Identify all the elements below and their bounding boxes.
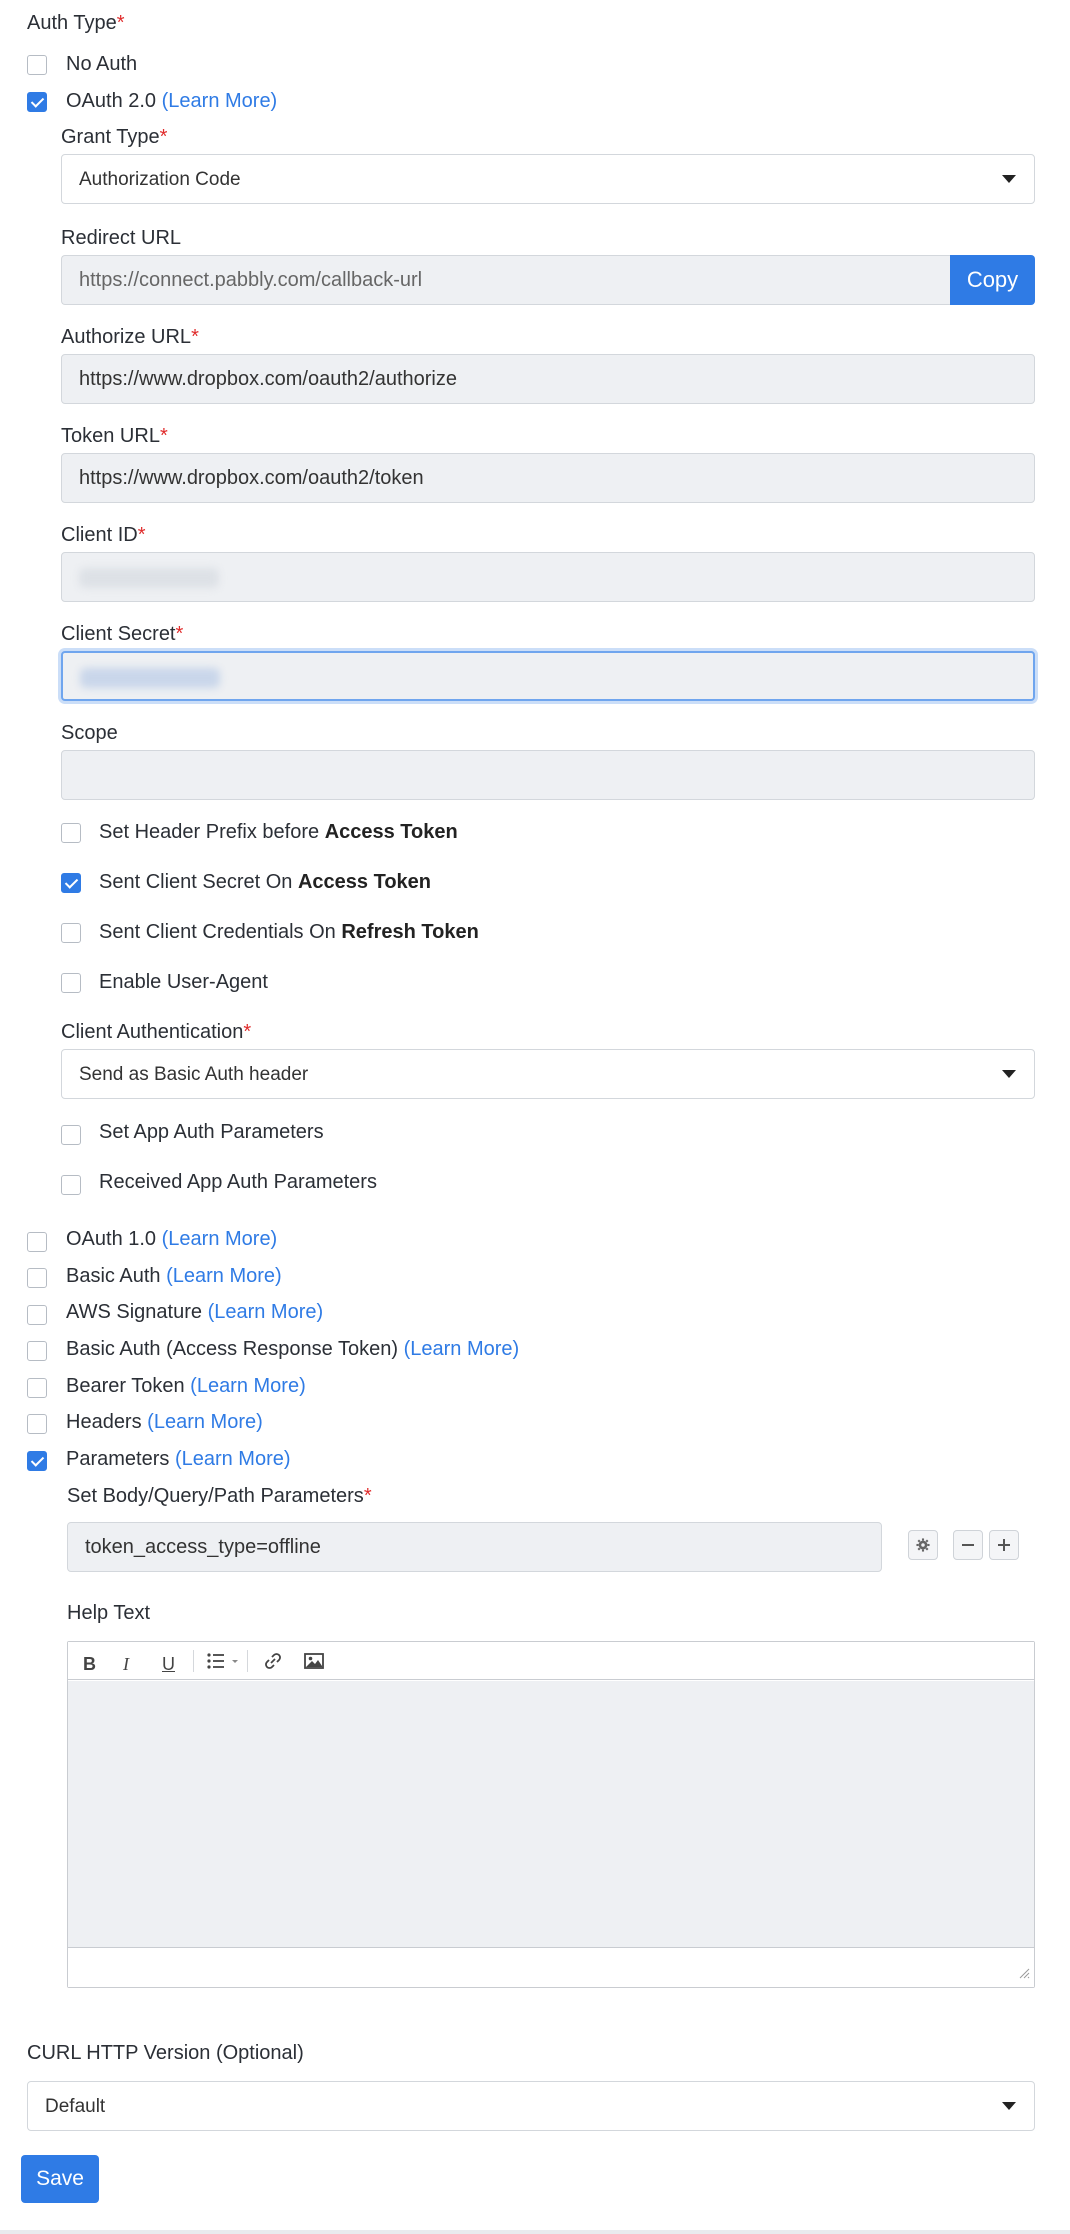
italic-button[interactable]: I: [123, 1652, 129, 1676]
set-parameters-label: Set Body/Query/Path Parameters*: [67, 1485, 372, 1507]
bold-button[interactable]: B: [83, 1652, 96, 1676]
sent-client-secret-checkbox[interactable]: [61, 873, 81, 893]
oauth2-learn-more-link[interactable]: (Learn More): [162, 90, 278, 112]
redacted-value: [79, 567, 219, 588]
basic-access-token-checkbox[interactable]: [27, 1341, 47, 1361]
minus-icon[interactable]: [953, 1530, 983, 1560]
token-url-label: Token URL*: [61, 425, 168, 447]
grant-type-label: Grant Type*: [61, 126, 168, 148]
image-icon[interactable]: [304, 1652, 324, 1675]
bearer-token-label: Bearer Token (Learn More): [66, 1375, 306, 1397]
editor-toolbar: B I U: [68, 1642, 1034, 1680]
set-app-params-label: Set App Auth Parameters: [99, 1121, 324, 1143]
auth-type-label: Auth Type*: [27, 12, 125, 34]
header-prefix-label: Set Header Prefix before Access Token: [99, 821, 458, 843]
sent-client-credentials-checkbox[interactable]: [61, 923, 81, 943]
redacted-value: [80, 667, 220, 688]
list-icon[interactable]: [206, 1651, 240, 1676]
parameters-checkbox[interactable]: [27, 1451, 47, 1471]
oauth1-learn-more-link[interactable]: (Learn More): [162, 1228, 278, 1250]
curl-version-select[interactable]: Default: [27, 2081, 1035, 2131]
client-auth-label: Client Authentication*: [61, 1021, 252, 1043]
sent-client-secret-label: Sent Client Secret On Access Token: [99, 871, 432, 893]
client-secret-label: Client Secret*: [61, 623, 184, 645]
bearer-learn-more-link[interactable]: (Learn More): [190, 1375, 306, 1397]
parameter-input[interactable]: token_access_type=offline: [67, 1522, 882, 1572]
parameters-learn-more-link[interactable]: (Learn More): [175, 1448, 291, 1470]
client-id-input[interactable]: [61, 552, 1035, 602]
resize-handle-icon[interactable]: [1018, 1966, 1030, 1984]
toolbar-divider: [193, 1650, 194, 1672]
sent-client-credentials-label: Sent Client Credentials On Refresh Token: [99, 921, 479, 943]
headers-label: Headers (Learn More): [66, 1411, 263, 1433]
plus-icon[interactable]: [989, 1530, 1019, 1560]
client-id-label: Client ID*: [61, 524, 146, 546]
editor-content[interactable]: [68, 1681, 1034, 1947]
headers-checkbox[interactable]: [27, 1414, 47, 1434]
basic-auth-checkbox[interactable]: [27, 1268, 47, 1288]
chevron-down-icon: [1002, 2102, 1016, 2110]
set-app-params-checkbox[interactable]: [61, 1125, 81, 1145]
underline-button[interactable]: U: [162, 1652, 175, 1676]
chevron-down-icon: [1002, 175, 1016, 183]
received-app-params-checkbox[interactable]: [61, 1175, 81, 1195]
save-button[interactable]: Save: [21, 2155, 99, 2203]
bearer-token-checkbox[interactable]: [27, 1378, 47, 1398]
help-text-label: Help Text: [67, 1602, 151, 1624]
client-secret-input[interactable]: [61, 651, 1035, 701]
oauth2-checkbox[interactable]: [27, 92, 47, 112]
curl-version-label: CURL HTTP Version (Optional): [27, 2042, 304, 2064]
scope-label: Scope: [61, 722, 118, 744]
aws-signature-label: AWS Signature (Learn More): [66, 1301, 324, 1323]
authorize-url-input[interactable]: https://www.dropbox.com/oauth2/authorize: [61, 354, 1035, 404]
toolbar-divider: [247, 1650, 248, 1672]
page-bottom-border: [0, 2230, 1070, 2234]
chevron-down-icon: [1002, 1070, 1016, 1078]
aws-signature-checkbox[interactable]: [27, 1305, 47, 1325]
aws-learn-more-link[interactable]: (Learn More): [208, 1301, 324, 1323]
parameters-label: Parameters (Learn More): [66, 1448, 291, 1470]
header-prefix-checkbox[interactable]: [61, 823, 81, 843]
basic-auth-learn-more-link[interactable]: (Learn More): [166, 1265, 282, 1287]
authorize-url-label: Authorize URL*: [61, 326, 199, 348]
grant-type-select[interactable]: Authorization Code: [61, 154, 1035, 204]
user-agent-checkbox[interactable]: [61, 973, 81, 993]
redirect-url-field[interactable]: https://connect.pabbly.com/callback-url: [61, 255, 951, 305]
received-app-params-label: Received App Auth Parameters: [99, 1171, 377, 1193]
user-agent-label: Enable User-Agent: [99, 971, 268, 993]
help-text-editor: B I U: [67, 1641, 1035, 1988]
link-icon[interactable]: [263, 1651, 283, 1676]
headers-learn-more-link[interactable]: (Learn More): [147, 1411, 263, 1433]
basic-auth-label: Basic Auth (Learn More): [66, 1265, 282, 1287]
basic-access-learn-more-link[interactable]: (Learn More): [404, 1338, 520, 1360]
copy-button[interactable]: Copy: [950, 255, 1035, 305]
editor-statusbar: [68, 1947, 1034, 1987]
oauth2-label: OAuth 2.0 (Learn More): [66, 90, 278, 112]
gear-icon[interactable]: [908, 1530, 938, 1560]
token-url-input[interactable]: https://www.dropbox.com/oauth2/token: [61, 453, 1035, 503]
basic-access-token-label: Basic Auth (Access Response Token) (Lear…: [66, 1338, 520, 1360]
scope-input[interactable]: [61, 750, 1035, 800]
no-auth-label: No Auth: [66, 53, 138, 75]
no-auth-checkbox[interactable]: [27, 55, 47, 75]
client-auth-select[interactable]: Send as Basic Auth header: [61, 1049, 1035, 1099]
redirect-url-label: Redirect URL: [61, 227, 182, 249]
oauth1-checkbox[interactable]: [27, 1232, 47, 1252]
oauth1-label: OAuth 1.0 (Learn More): [66, 1228, 278, 1250]
